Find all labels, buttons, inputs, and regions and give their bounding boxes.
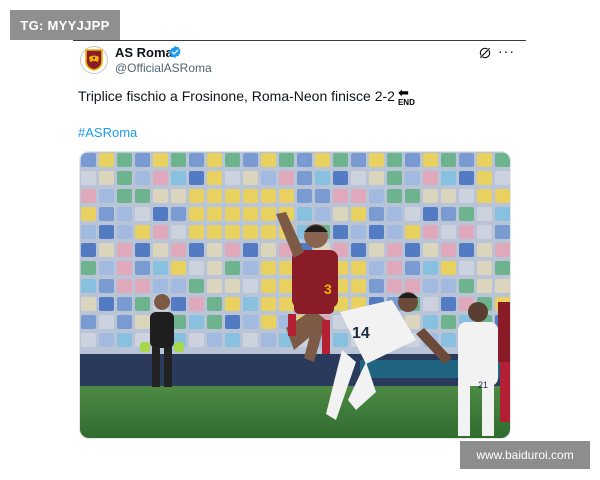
bottom-right-watermark: www.baiduroi.com xyxy=(460,441,590,469)
hashtag-link[interactable]: #ASRoma xyxy=(78,125,137,140)
verified-badge-icon xyxy=(169,45,181,59)
neon-shirt-number: 14 xyxy=(352,325,370,342)
tweet-card[interactable]: AS Roma @OfficialASRoma ··· Triplice fis… xyxy=(73,41,526,446)
author-handle[interactable]: @OfficialASRoma xyxy=(115,61,212,75)
more-options-icon[interactable]: ··· xyxy=(498,44,514,59)
top-left-watermark: TG: MYYJJPP xyxy=(10,10,120,40)
end-arrow-icon: ⬅ END xyxy=(397,85,415,107)
tweet-text-content: Triplice fischio a Frosinone, Roma-Neon … xyxy=(78,88,395,104)
grok-icon[interactable] xyxy=(478,46,492,60)
second-neon-shirt-number: 21 xyxy=(478,380,488,390)
roma-shirt-number: 3 xyxy=(324,281,332,297)
tweet-text: Triplice fischio a Frosinone, Roma-Neon … xyxy=(78,85,416,107)
as-roma-crest-icon[interactable] xyxy=(80,46,108,74)
author-name[interactable]: AS Roma xyxy=(115,45,173,60)
tweet-photo[interactable]: 3 14 21 xyxy=(79,151,511,439)
